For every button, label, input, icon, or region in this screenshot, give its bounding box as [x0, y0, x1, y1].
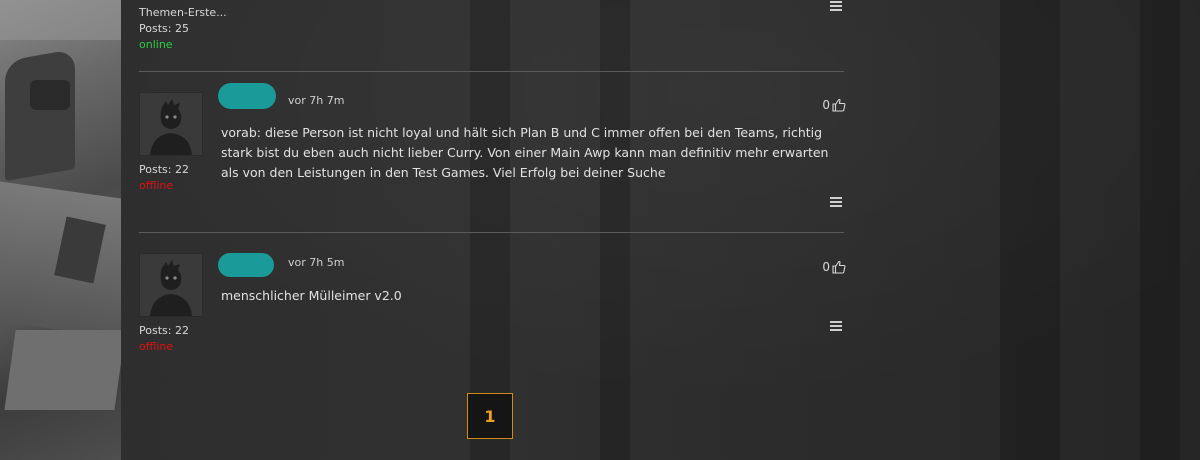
page-number: 1: [484, 406, 496, 426]
like-count: 0: [822, 98, 830, 112]
like-counter[interactable]: 0: [822, 98, 846, 112]
post-menu-icon[interactable]: [830, 197, 842, 208]
author-name-redacted: [218, 253, 274, 277]
post-divider: [139, 232, 844, 233]
post-body: vorab: diese Person ist nicht loyal und …: [221, 125, 829, 180]
thread-posts: Themen-Erste... Posts: 25 online vor 7h …: [139, 0, 846, 460]
avatar: [139, 253, 203, 317]
default-avatar-icon: [140, 254, 202, 316]
post-timestamp: vor 7h 7m: [288, 94, 345, 107]
author-status: online: [139, 38, 173, 51]
author-post-count: Posts: 25: [139, 22, 189, 35]
pagination-page-current[interactable]: 1: [467, 393, 513, 439]
default-avatar-icon: [140, 93, 202, 155]
author-stats: Posts: 22 offline: [139, 323, 189, 355]
author-role: Themen-Erste...: [139, 6, 227, 19]
post-divider: [139, 71, 844, 72]
background-artwork: [0, 0, 121, 460]
like-counter[interactable]: 0: [822, 260, 846, 274]
like-count: 0: [822, 260, 830, 274]
post-menu-icon[interactable]: [830, 321, 842, 332]
previous-post-author-stats: Themen-Erste... Posts: 25 online: [139, 5, 227, 53]
background-shadow: [1140, 0, 1180, 460]
post-menu-icon[interactable]: [830, 1, 842, 12]
forum-thread-page: Themen-Erste... Posts: 25 online vor 7h …: [0, 0, 1200, 460]
thumbs-up-icon[interactable]: [832, 98, 846, 112]
author-post-count: Posts: 22: [139, 324, 189, 337]
author-name-redacted: [218, 83, 276, 109]
author-status: offline: [139, 179, 174, 192]
avatar: [139, 92, 203, 156]
author-post-count: Posts: 22: [139, 163, 189, 176]
author-stats: Posts: 22 offline: [139, 162, 189, 194]
post-body: menschlicher Mülleimer v2.0: [221, 288, 402, 303]
post-timestamp: vor 7h 5m: [288, 256, 345, 269]
thumbs-up-icon[interactable]: [832, 260, 846, 274]
background-shadow: [1000, 0, 1060, 460]
author-status: offline: [139, 340, 174, 353]
